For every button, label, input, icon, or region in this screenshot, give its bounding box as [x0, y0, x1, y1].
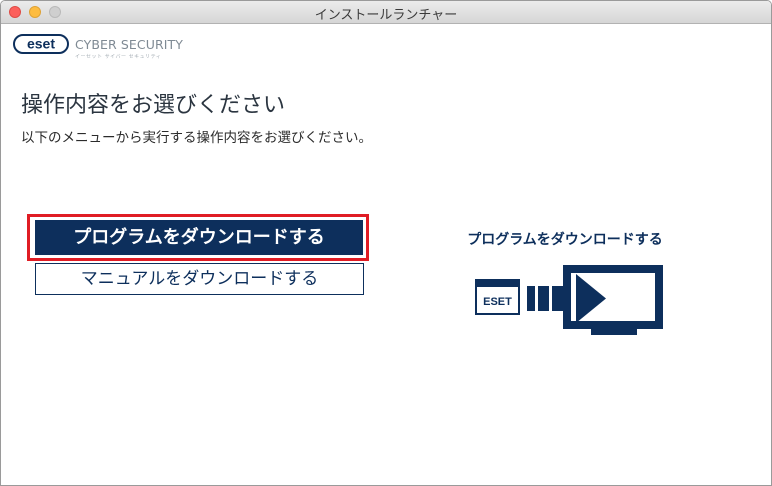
eset-logo: eset [13, 34, 69, 54]
product-subtitle: イーセット サイバー セキュリティ [75, 54, 162, 60]
page-title: 操作内容をお選びください [21, 93, 286, 118]
product-name: CYBER SECURITY [75, 37, 184, 52]
title-bar: インストールランチャー [1, 1, 771, 24]
logo-text: eset [27, 36, 55, 52]
download-illustration: ESET [475, 265, 663, 335]
launcher-window: インストールランチャー eset CYBER SECURITY イーセット サイ… [0, 0, 772, 486]
download-manual-button[interactable]: マニュアルをダウンロードする [35, 263, 364, 295]
window-title: インストールランチャー [314, 8, 458, 23]
installer-package-icon: ESET [475, 279, 520, 315]
download-program-button[interactable]: プログラムをダウンロードする [35, 220, 363, 255]
preview-title: プログラムをダウンロードする [467, 232, 663, 248]
installer-badge-text: ESET [483, 296, 512, 308]
instruction-text: 以下のメニューから実行する操作内容をお選びください。 [21, 130, 372, 146]
